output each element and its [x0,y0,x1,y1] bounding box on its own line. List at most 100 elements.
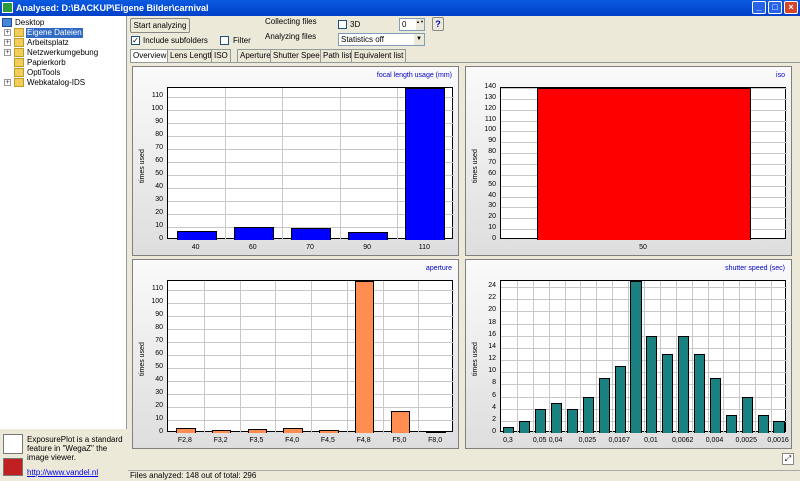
3d-checkbox[interactable] [338,20,347,29]
y-tick-label: 14 [488,342,496,350]
info-text: ExposurePlot is a standard feature in "W… [27,435,123,462]
gridline [548,281,550,433]
x-tick-label: 0,01 [644,437,658,444]
tab-overview[interactable]: Overview [130,49,170,63]
y-axis-label: times used [139,342,146,376]
y-tick-label: 0 [159,428,163,435]
x-tick-label: 0,0016 [767,437,789,444]
chart-title: shutter speed (sec) [725,265,785,272]
collecting-files-status: Collecting files [265,17,317,26]
gridline [739,281,741,433]
x-tick-label: F8,0 [428,437,443,444]
y-tick-label: 60 [155,350,163,358]
bar [662,353,674,433]
spinner-value: 0 [402,20,407,29]
tree-item-label: OptiTools [27,68,61,77]
tab-iso[interactable]: ISO [211,49,231,62]
gridline [282,88,284,240]
bar [536,88,752,240]
bar [646,335,658,433]
statistics-select[interactable]: Statistics off ▼ [338,33,425,46]
y-tick-label: 100 [484,126,496,134]
bar [582,396,594,433]
x-tick-label: 0,04 [548,437,563,444]
spinner-arrows-icon[interactable]: ▲▼ [416,19,424,30]
maximize-button[interactable]: □ [768,1,782,14]
tree-item-label: Netzwerkumgebung [27,48,99,57]
network-icon [14,48,24,57]
y-tick-label: 4 [492,403,496,411]
close-button[interactable]: × [784,1,798,14]
bar [503,426,515,433]
gridline [691,281,693,433]
tab-lens-length[interactable]: Lens Length [167,49,218,62]
exposureplot-logo-icon [3,434,23,454]
expand-icon[interactable]: + [4,39,11,46]
y-tick-label: 10 [155,415,163,422]
bar [354,281,375,433]
y-tick-label: 60 [488,169,496,177]
gridline [612,281,614,433]
expand-icon[interactable]: + [4,29,11,36]
y-tick-label: 50 [155,170,163,178]
y-tick-label: 80 [155,131,163,139]
x-tick-label: 0,025 [578,437,597,444]
gridline [418,281,420,433]
bar [614,366,626,433]
app-icon [2,2,13,13]
vandel-link[interactable]: http://www.vandel.nl [27,468,98,477]
expand-icon[interactable]: + [4,79,11,86]
folder-tree[interactable]: Desktop + Eigene Dateien + Arbeitsplatz … [0,16,127,429]
y-tick-label: 40 [155,183,163,191]
y-tick-label: 110 [484,115,496,123]
chart-title: aperture [425,265,452,272]
tab-equivalent-list[interactable]: Equivalent list [351,49,407,62]
tree-item-label: Desktop [15,18,45,27]
y-tick-label: 24 [488,282,496,290]
y-tick-label: 90 [488,137,496,145]
bar [630,281,642,433]
wegaz-logo-icon [3,458,23,476]
plot-area [167,87,454,240]
include-subfolders-checkbox[interactable]: ✓ [131,36,140,45]
recycle-bin-icon [14,58,24,67]
bar [709,378,722,433]
tab-aperture[interactable]: Aperture [237,49,274,62]
gridline [723,281,725,433]
desktop-icon [2,18,12,27]
x-tick-label: 0,004 [705,437,724,444]
bar [290,228,331,240]
minimize-button[interactable]: _ [752,1,766,14]
fullscreen-icon[interactable]: ⤢ [782,453,794,465]
shutter-speed-chart: shutter speed (sec) times used 0 2 4 6 8 10 12 14… [465,259,792,449]
filter-checkbox[interactable] [220,36,229,45]
statistics-value: Statistics off [341,35,384,44]
y-tick-label: 70 [155,144,163,152]
help-button[interactable]: ? [432,17,444,31]
bar [319,430,339,433]
folder-icon [14,78,24,87]
y-tick-label: 100 [151,298,163,306]
y-tick-label: 22 [488,294,496,302]
folder-icon [14,68,24,77]
dropdown-arrow-icon[interactable]: ▼ [414,34,424,45]
gridline [564,281,566,433]
gridline [596,281,598,433]
bar [598,378,610,433]
tab-shutter-speed[interactable]: Shutter Speed [270,49,328,62]
plot-area [500,87,787,240]
start-analyzing-button[interactable]: Start analyzing [130,18,190,33]
y-axis-label: times used [139,149,146,183]
bar [678,335,690,433]
x-tick-label: 0,0167 [608,437,630,444]
tab-path-list[interactable]: Path list [320,49,355,62]
y-tick-label: 8 [492,379,496,387]
bar [176,230,217,240]
y-tick-label: 12 [488,355,496,363]
bar [283,427,303,433]
y-tick-label: 80 [155,324,163,332]
value-spinner[interactable]: 0 ▲▼ [399,18,425,31]
y-tick-label: 30 [155,196,163,204]
y-tick-label: 18 [488,318,496,326]
expand-icon[interactable]: + [4,49,11,56]
